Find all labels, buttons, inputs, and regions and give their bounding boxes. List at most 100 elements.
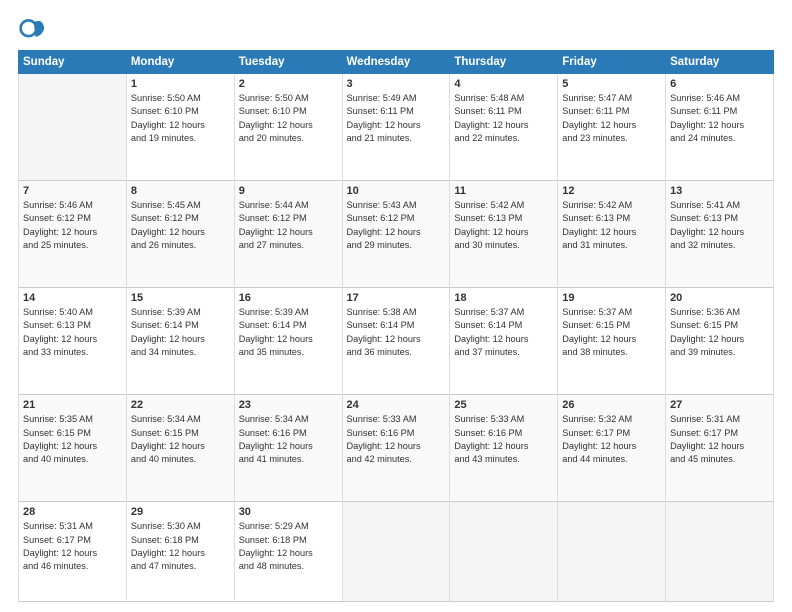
- day-number: 21: [23, 399, 122, 411]
- day-cell: 17 Sunrise: 5:38 AMSunset: 6:14 PMDayligh…: [342, 288, 450, 395]
- week-row: 14 Sunrise: 5:40 AMSunset: 6:13 PMDayligh…: [19, 288, 774, 395]
- day-info: Sunrise: 5:46 AMSunset: 6:11 PMDaylight:…: [670, 92, 769, 145]
- day-number: 7: [23, 185, 122, 197]
- day-info: Sunrise: 5:35 AMSunset: 6:15 PMDaylight:…: [23, 413, 122, 466]
- header: [18, 16, 774, 44]
- day-number: 11: [454, 185, 553, 197]
- day-cell: 28 Sunrise: 5:31 AMSunset: 6:17 PMDayligh…: [19, 502, 127, 602]
- day-info: Sunrise: 5:34 AMSunset: 6:16 PMDaylight:…: [239, 413, 338, 466]
- day-info: Sunrise: 5:39 AMSunset: 6:14 PMDaylight:…: [239, 306, 338, 359]
- logo: [18, 16, 50, 44]
- day-cell: 11 Sunrise: 5:42 AMSunset: 6:13 PMDayligh…: [450, 181, 558, 288]
- day-number: 30: [239, 506, 338, 518]
- day-info: Sunrise: 5:46 AMSunset: 6:12 PMDaylight:…: [23, 199, 122, 252]
- day-info: Sunrise: 5:30 AMSunset: 6:18 PMDaylight:…: [131, 520, 230, 573]
- week-row: 21 Sunrise: 5:35 AMSunset: 6:15 PMDayligh…: [19, 395, 774, 502]
- day-cell: 9 Sunrise: 5:44 AMSunset: 6:12 PMDaylight…: [234, 181, 342, 288]
- day-cell: 4 Sunrise: 5:48 AMSunset: 6:11 PMDaylight…: [450, 74, 558, 181]
- col-header-saturday: Saturday: [666, 51, 774, 74]
- day-cell: 6 Sunrise: 5:46 AMSunset: 6:11 PMDaylight…: [666, 74, 774, 181]
- day-cell: 7 Sunrise: 5:46 AMSunset: 6:12 PMDaylight…: [19, 181, 127, 288]
- day-number: 6: [670, 78, 769, 90]
- day-number: 3: [347, 78, 446, 90]
- col-header-sunday: Sunday: [19, 51, 127, 74]
- day-cell: 26 Sunrise: 5:32 AMSunset: 6:17 PMDayligh…: [558, 395, 666, 502]
- day-number: 17: [347, 292, 446, 304]
- day-number: 16: [239, 292, 338, 304]
- col-header-tuesday: Tuesday: [234, 51, 342, 74]
- day-number: 18: [454, 292, 553, 304]
- day-cell: 13 Sunrise: 5:41 AMSunset: 6:13 PMDayligh…: [666, 181, 774, 288]
- day-info: Sunrise: 5:50 AMSunset: 6:10 PMDaylight:…: [239, 92, 338, 145]
- day-number: 9: [239, 185, 338, 197]
- day-info: Sunrise: 5:41 AMSunset: 6:13 PMDaylight:…: [670, 199, 769, 252]
- day-cell: 1 Sunrise: 5:50 AMSunset: 6:10 PMDaylight…: [126, 74, 234, 181]
- day-number: 19: [562, 292, 661, 304]
- day-cell: 25Sunrise: 5:33 AMSunset: 6:16 PMDayligh…: [450, 395, 558, 502]
- day-info: Sunrise: 5:31 AMSunset: 6:17 PMDaylight:…: [23, 520, 122, 573]
- day-cell: 14 Sunrise: 5:40 AMSunset: 6:13 PMDayligh…: [19, 288, 127, 395]
- day-number: 4: [454, 78, 553, 90]
- day-info: Sunrise: 5:34 AMSunset: 6:15 PMDaylight:…: [131, 413, 230, 466]
- day-cell: 20 Sunrise: 5:36 AMSunset: 6:15 PMDayligh…: [666, 288, 774, 395]
- day-number: 14: [23, 292, 122, 304]
- day-cell: 3 Sunrise: 5:49 AMSunset: 6:11 PMDaylight…: [342, 74, 450, 181]
- day-number: 12: [562, 185, 661, 197]
- day-number: 29: [131, 506, 230, 518]
- day-cell: 18Sunrise: 5:37 AMSunset: 6:14 PMDayligh…: [450, 288, 558, 395]
- day-info: Sunrise: 5:38 AMSunset: 6:14 PMDaylight:…: [347, 306, 446, 359]
- day-cell: 27 Sunrise: 5:31 AMSunset: 6:17 PMDayligh…: [666, 395, 774, 502]
- day-info: Sunrise: 5:44 AMSunset: 6:12 PMDaylight:…: [239, 199, 338, 252]
- day-number: 23: [239, 399, 338, 411]
- day-cell: 12 Sunrise: 5:42 AMSunset: 6:13 PMDayligh…: [558, 181, 666, 288]
- day-info: Sunrise: 5:50 AMSunset: 6:10 PMDaylight:…: [131, 92, 230, 145]
- day-number: 25: [454, 399, 553, 411]
- day-cell: 15Sunrise: 5:39 AMSunset: 6:14 PMDayligh…: [126, 288, 234, 395]
- day-cell: 24 Sunrise: 5:33 AMSunset: 6:16 PMDayligh…: [342, 395, 450, 502]
- day-number: 20: [670, 292, 769, 304]
- day-number: 26: [562, 399, 661, 411]
- day-number: 22: [131, 399, 230, 411]
- calendar-table: SundayMondayTuesdayWednesdayThursdayFrid…: [18, 50, 774, 602]
- day-cell: 5Sunrise: 5:47 AMSunset: 6:11 PMDaylight…: [558, 74, 666, 181]
- day-cell: [450, 502, 558, 602]
- day-cell: 23 Sunrise: 5:34 AMSunset: 6:16 PMDayligh…: [234, 395, 342, 502]
- week-row: 7 Sunrise: 5:46 AMSunset: 6:12 PMDaylight…: [19, 181, 774, 288]
- day-info: Sunrise: 5:40 AMSunset: 6:13 PMDaylight:…: [23, 306, 122, 359]
- col-header-wednesday: Wednesday: [342, 51, 450, 74]
- calendar-header: SundayMondayTuesdayWednesdayThursdayFrid…: [19, 51, 774, 74]
- day-info: Sunrise: 5:42 AMSunset: 6:13 PMDaylight:…: [562, 199, 661, 252]
- day-cell: 19 Sunrise: 5:37 AMSunset: 6:15 PMDayligh…: [558, 288, 666, 395]
- day-info: Sunrise: 5:42 AMSunset: 6:13 PMDaylight:…: [454, 199, 553, 252]
- week-row: 28 Sunrise: 5:31 AMSunset: 6:17 PMDayligh…: [19, 502, 774, 602]
- day-info: Sunrise: 5:33 AMSunset: 6:16 PMDaylight:…: [347, 413, 446, 466]
- day-cell: 10Sunrise: 5:43 AMSunset: 6:12 PMDayligh…: [342, 181, 450, 288]
- day-number: 15: [131, 292, 230, 304]
- day-info: Sunrise: 5:47 AMSunset: 6:11 PMDaylight:…: [562, 92, 661, 145]
- day-cell: [558, 502, 666, 602]
- day-info: Sunrise: 5:43 AMSunset: 6:12 PMDaylight:…: [347, 199, 446, 252]
- day-number: 24: [347, 399, 446, 411]
- day-number: 28: [23, 506, 122, 518]
- col-header-monday: Monday: [126, 51, 234, 74]
- day-cell: 29 Sunrise: 5:30 AMSunset: 6:18 PMDayligh…: [126, 502, 234, 602]
- day-info: Sunrise: 5:32 AMSunset: 6:17 PMDaylight:…: [562, 413, 661, 466]
- day-number: 8: [131, 185, 230, 197]
- day-number: 13: [670, 185, 769, 197]
- day-cell: 2Sunrise: 5:50 AMSunset: 6:10 PMDaylight…: [234, 74, 342, 181]
- day-cell: 21 Sunrise: 5:35 AMSunset: 6:15 PMDayligh…: [19, 395, 127, 502]
- day-number: 1: [131, 78, 230, 90]
- day-info: Sunrise: 5:48 AMSunset: 6:11 PMDaylight:…: [454, 92, 553, 145]
- day-number: 27: [670, 399, 769, 411]
- day-info: Sunrise: 5:45 AMSunset: 6:12 PMDaylight:…: [131, 199, 230, 252]
- day-cell: 30 Sunrise: 5:29 AMSunset: 6:18 PMDayligh…: [234, 502, 342, 602]
- day-cell: 22 Sunrise: 5:34 AMSunset: 6:15 PMDayligh…: [126, 395, 234, 502]
- day-cell: [342, 502, 450, 602]
- day-cell: 8 Sunrise: 5:45 AMSunset: 6:12 PMDaylight…: [126, 181, 234, 288]
- day-info: Sunrise: 5:49 AMSunset: 6:11 PMDaylight:…: [347, 92, 446, 145]
- day-info: Sunrise: 5:31 AMSunset: 6:17 PMDaylight:…: [670, 413, 769, 466]
- col-header-thursday: Thursday: [450, 51, 558, 74]
- day-info: Sunrise: 5:37 AMSunset: 6:15 PMDaylight:…: [562, 306, 661, 359]
- day-info: Sunrise: 5:36 AMSunset: 6:15 PMDaylight:…: [670, 306, 769, 359]
- day-info: Sunrise: 5:29 AMSunset: 6:18 PMDaylight:…: [239, 520, 338, 573]
